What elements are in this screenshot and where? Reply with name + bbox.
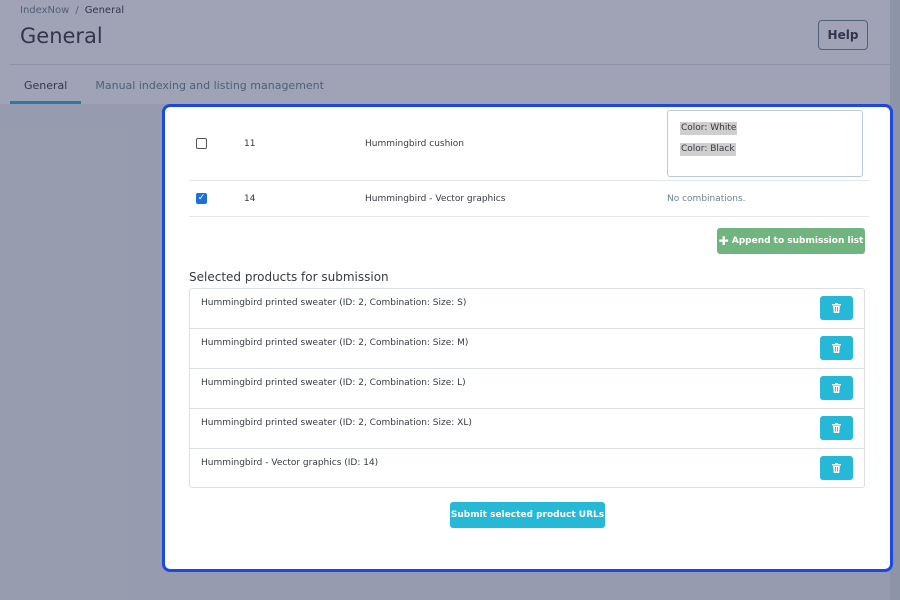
- plus-icon: ✚: [718, 234, 729, 248]
- delete-button[interactable]: [820, 416, 853, 440]
- append-button-label: Append to submission list: [731, 236, 864, 246]
- highlighted-panel: 11 Hummingbird cushion Color: White Colo…: [162, 104, 893, 572]
- combinations-select[interactable]: Color: White Color: Black: [667, 110, 863, 177]
- submit-selected-urls-button[interactable]: Submit selected product URLs: [450, 502, 605, 528]
- selected-item-label: Hummingbird printed sweater (ID: 2, Comb…: [201, 418, 472, 428]
- delete-button[interactable]: [820, 336, 853, 360]
- append-to-submission-button[interactable]: ✚ Append to submission list: [717, 228, 865, 254]
- trash-icon: [832, 463, 841, 473]
- selected-item-label: Hummingbird printed sweater (ID: 2, Comb…: [201, 338, 469, 348]
- delete-button[interactable]: [820, 296, 853, 320]
- selected-products-list: Hummingbird printed sweater (ID: 2, Comb…: [189, 288, 865, 488]
- product-checkbox-checked[interactable]: ✓: [196, 193, 207, 204]
- list-item: Hummingbird printed sweater (ID: 2, Comb…: [190, 369, 864, 409]
- selected-item-label: Hummingbird - Vector graphics (ID: 14): [201, 458, 379, 468]
- trash-icon: [832, 303, 841, 313]
- selected-products-title: Selected products for submission: [189, 270, 389, 284]
- checkmark-icon: ✓: [197, 193, 206, 203]
- list-item: Hummingbird printed sweater (ID: 2, Comb…: [190, 409, 864, 449]
- trash-icon: [832, 343, 841, 353]
- product-id: 11: [244, 139, 256, 149]
- list-item: Hummingbird - Vector graphics (ID: 14): [190, 449, 864, 489]
- product-row: ✓ 14 Hummingbird - Vector graphics No co…: [189, 181, 869, 217]
- trash-icon: [832, 423, 841, 433]
- product-row: 11 Hummingbird cushion Color: White Colo…: [189, 107, 869, 181]
- product-name: Hummingbird - Vector graphics: [365, 194, 506, 204]
- delete-button[interactable]: [820, 456, 853, 480]
- combination-option[interactable]: Color: White: [680, 122, 738, 135]
- list-item: Hummingbird printed sweater (ID: 2, Comb…: [190, 289, 864, 329]
- no-combinations-text: No combinations.: [667, 194, 746, 204]
- delete-button[interactable]: [820, 376, 853, 400]
- combination-option[interactable]: Color: Black: [680, 143, 736, 156]
- selected-item-label: Hummingbird printed sweater (ID: 2, Comb…: [201, 298, 467, 308]
- product-name: Hummingbird cushion: [365, 139, 465, 149]
- list-item: Hummingbird printed sweater (ID: 2, Comb…: [190, 329, 864, 369]
- trash-icon: [832, 383, 841, 393]
- product-checkbox[interactable]: [196, 138, 207, 149]
- product-id: 14: [244, 194, 256, 204]
- selected-item-label: Hummingbird printed sweater (ID: 2, Comb…: [201, 378, 466, 388]
